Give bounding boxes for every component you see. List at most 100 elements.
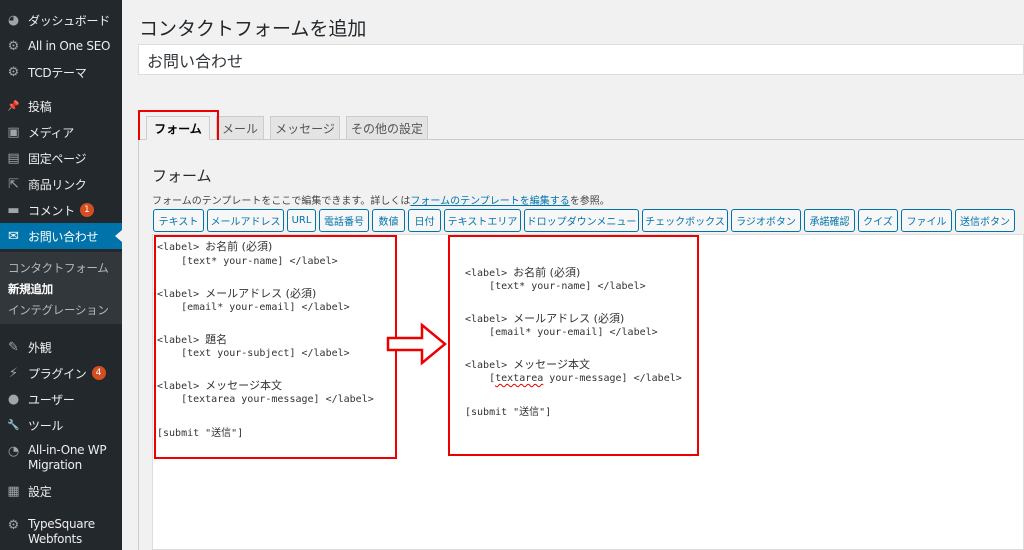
- pin-icon: 📌: [7, 100, 20, 112]
- page-icon: ▤: [7, 150, 20, 166]
- code-line: [textarea your-message] </label>: [465, 373, 682, 384]
- code-text: メールアドレス (必須): [513, 312, 625, 325]
- code-line: [text your-subject] </label>: [157, 348, 350, 359]
- sidebar-item-label: ユーザー: [28, 392, 75, 407]
- tag-button-dropdown[interactable]: ドロップダウンメニュー: [524, 209, 639, 232]
- code-line: [textarea your-message] </label>: [157, 394, 374, 405]
- code-text: <label>: [157, 335, 206, 346]
- tag-button-url[interactable]: URL: [287, 209, 316, 232]
- code-text: メッセージ本文: [513, 358, 590, 371]
- tag-button-number[interactable]: 数値: [372, 209, 405, 232]
- tag-button-radio[interactable]: ラジオボタン: [731, 209, 801, 232]
- code-line: [submit "送信"]: [157, 428, 244, 439]
- code-text: お名前 (必須): [513, 266, 581, 279]
- form-title-input[interactable]: [138, 44, 1024, 75]
- tag-button-quiz[interactable]: クイズ: [858, 209, 898, 232]
- sidebar-item-label: 固定ページ: [28, 151, 87, 166]
- sidebar-item-plugins[interactable]: ⚡ プラグイン 4: [0, 360, 122, 386]
- sidebar-item-wp-migration[interactable]: ◔ All-in-One WP Migration: [0, 443, 122, 473]
- spellcheck-underlined-word: textarea: [495, 373, 544, 384]
- code-text: <label>: [157, 242, 206, 253]
- sidebar-item-users[interactable]: ● ユーザー: [0, 386, 122, 412]
- gear-icon: ⚙: [7, 64, 20, 80]
- tab-messages[interactable]: メッセージ: [270, 116, 340, 140]
- sidebar-item-appearance[interactable]: ✎ 外観: [0, 334, 122, 360]
- submenu-item-integration[interactable]: インテグレーション: [8, 302, 109, 318]
- admin-sidebar: ◕ ダッシュボード ⚙ All in One SEO ⚙ TCDテーマ 📌 投稿 ▣ メデ…: [0, 0, 122, 550]
- comment-count-badge: 1: [79, 203, 94, 217]
- sidebar-item-label: 投稿: [28, 99, 52, 114]
- code-line: <label> お名前 (必須): [157, 238, 272, 254]
- sidebar-item-media[interactable]: ▣ メディア: [0, 119, 122, 145]
- code-line: [submit "送信"]: [465, 407, 552, 418]
- code-text: <label>: [157, 289, 206, 300]
- tab-additional-settings[interactable]: その他の設定: [346, 116, 428, 140]
- dashboard-icon: ◕: [7, 12, 20, 28]
- sidebar-item-label: ダッシュボード: [28, 13, 110, 28]
- panel-heading: フォーム: [152, 167, 212, 185]
- sidebar-item-label-line2: Migration: [28, 458, 82, 472]
- gear-icon: ⚙: [7, 38, 20, 54]
- code-line: [text* your-name] </label>: [465, 281, 646, 292]
- sidebar-item-pages[interactable]: ▤ 固定ページ: [0, 145, 122, 171]
- mail-icon: ✉: [8, 228, 19, 244]
- code-line: <label> メッセージ本文: [465, 356, 590, 372]
- brush-icon: ✎: [8, 339, 19, 355]
- sidebar-item-tools[interactable]: 🔧 ツール: [0, 412, 122, 438]
- tag-button-email[interactable]: メールアドレス: [207, 209, 284, 232]
- sidebar-item-settings[interactable]: ▦ 設定: [0, 478, 122, 504]
- plugin-icon: ⚡: [8, 365, 19, 381]
- description-text: フォームのテンプレートをここで編集できます。詳しくは: [152, 196, 411, 207]
- tag-button-acceptance[interactable]: 承諾確認: [804, 209, 855, 232]
- sidebar-item-label: コメント: [28, 203, 75, 218]
- sidebar-item-label: 外観: [28, 340, 52, 355]
- code-text: <label>: [465, 360, 514, 371]
- sidebar-item-label: メディア: [28, 125, 74, 140]
- sidebar-item-label: TCDテーマ: [28, 65, 87, 80]
- sidebar-item-dashboard[interactable]: ◕ ダッシュボード: [0, 7, 122, 33]
- description-suffix: を参照。: [569, 196, 610, 207]
- tag-button-submit[interactable]: 送信ボタン: [955, 209, 1015, 232]
- sidebar-item-contact[interactable]: ✉ お問い合わせ: [0, 223, 122, 249]
- code-text: <label>: [465, 314, 514, 325]
- sidebar-item-label-line1: TypeSquare: [28, 517, 95, 531]
- tab-mail[interactable]: メール: [216, 116, 264, 140]
- sidebar-item-product-links[interactable]: ⇱ 商品リンク: [0, 171, 122, 197]
- sidebar-item-typesquare[interactable]: ⚙ TypeSquare Webfonts: [0, 517, 122, 547]
- sidebar-item-comments[interactable]: ▬ コメント 1: [0, 197, 122, 223]
- sidebar-item-posts[interactable]: 📌 投稿: [0, 93, 122, 119]
- code-line: <label> お名前 (必須): [465, 264, 580, 280]
- sidebar-item-label: ツール: [28, 418, 64, 433]
- code-line: <label> メッセージ本文: [157, 377, 282, 393]
- migration-icon: ◔: [7, 444, 20, 459]
- sidebar-item-seo[interactable]: ⚙ All in One SEO: [0, 33, 122, 59]
- code-line: <label> メールアドレス (必須): [465, 310, 624, 326]
- tag-button-textarea[interactable]: テキストエリア: [444, 209, 521, 232]
- code-line: <label> 題名: [157, 331, 227, 347]
- sidebar-item-label: プラグイン: [28, 366, 87, 381]
- code-text: [: [465, 373, 496, 384]
- tag-button-checkbox[interactable]: チェックボックス: [642, 209, 728, 232]
- tag-button-text[interactable]: テキスト: [153, 209, 204, 232]
- edit-template-link[interactable]: フォームのテンプレートを編集する: [410, 196, 569, 207]
- submenu-item-add-new[interactable]: 新規追加: [8, 281, 53, 297]
- sidebar-item-label: All in One SEO: [28, 39, 111, 53]
- plugin-update-badge: 4: [91, 366, 106, 380]
- tab-form[interactable]: フォーム: [146, 116, 210, 140]
- code-text: お名前 (必須): [205, 240, 273, 253]
- tag-button-tel[interactable]: 電話番号: [319, 209, 369, 232]
- submenu-item-contact-forms[interactable]: コンタクトフォーム: [8, 260, 109, 276]
- sidebar-item-label: TypeSquare Webfonts: [28, 517, 95, 547]
- tag-button-file[interactable]: ファイル: [901, 209, 952, 232]
- tag-button-date[interactable]: 日付: [408, 209, 441, 232]
- code-line: [email* your-email] </label>: [157, 302, 350, 313]
- code-text: メールアドレス (必須): [205, 287, 317, 300]
- sidebar-item-tcd-theme[interactable]: ⚙ TCDテーマ: [0, 59, 122, 85]
- code-line: [text* your-name] </label>: [157, 256, 338, 267]
- contact-submenu: コンタクトフォーム 新規追加 インテグレーション: [0, 252, 122, 324]
- settings-icon: ▦: [7, 483, 20, 499]
- code-line: <label> メールアドレス (必須): [157, 285, 316, 301]
- panel-description: フォームのテンプレートをここで編集できます。詳しくはフォームのテンプレートを編集…: [152, 192, 610, 207]
- sidebar-item-label: 商品リンク: [28, 177, 87, 192]
- link-icon: ⇱: [8, 176, 19, 192]
